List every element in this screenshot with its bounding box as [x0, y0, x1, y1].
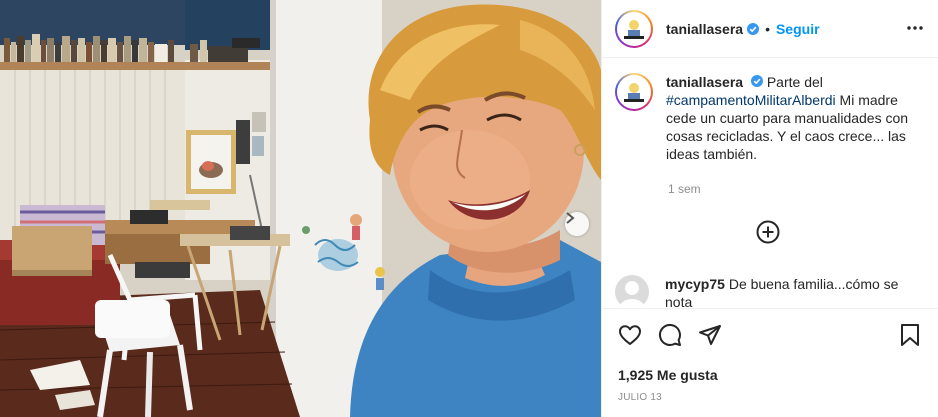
comment-item: mycyp75 De buena familia...cómo se nota: [615, 275, 925, 311]
next-photo-button[interactable]: [565, 212, 589, 236]
follow-button[interactable]: Seguir: [776, 21, 820, 37]
load-more-comments-button[interactable]: [756, 220, 780, 249]
chevron-right-icon: [566, 212, 575, 224]
comment-icon[interactable]: [658, 323, 682, 352]
caption-username[interactable]: taniallasera: [666, 74, 743, 90]
hashtag-link[interactable]: #campamentoMilitarAlberdi: [666, 92, 836, 108]
post-header: taniallasera • Seguir: [602, 0, 938, 58]
avatar-illustration: [624, 19, 644, 39]
bookmark-icon[interactable]: [898, 323, 922, 352]
post-date: JULIO 13: [618, 392, 662, 403]
separator-dot: •: [765, 20, 770, 37]
caption-intro: Parte del: [766, 74, 823, 90]
post-sidebar: taniallasera • Seguir taniallasera Parte…: [601, 0, 938, 417]
caption-avatar[interactable]: [615, 73, 653, 111]
post-caption: taniallasera Parte del #campamentoMilita…: [615, 73, 925, 163]
caption-text: taniallasera Parte del #campamentoMilita…: [666, 73, 911, 163]
commenter-avatar[interactable]: [615, 275, 649, 309]
plus-circle-icon: [756, 220, 780, 244]
heart-icon[interactable]: [618, 323, 642, 352]
default-avatar-icon: [619, 281, 645, 309]
comment-text: mycyp75 De buena familia...cómo se nota: [665, 275, 905, 311]
post-actions-bar: 1,925 Me gusta JULIO 13: [602, 308, 938, 417]
like-count[interactable]: 1,925 Me gusta: [618, 367, 718, 383]
post-author-username[interactable]: taniallasera: [666, 21, 743, 37]
avatar[interactable]: [615, 9, 653, 48]
photo-illustration: [0, 0, 601, 417]
paper-plane-icon[interactable]: [698, 323, 722, 352]
post-photo[interactable]: [0, 0, 601, 417]
post-time-ago[interactable]: 1 sem: [668, 182, 701, 196]
commenter-username[interactable]: mycyp75: [665, 276, 725, 292]
avatar-illustration: [624, 83, 644, 102]
verified-badge-icon: [750, 75, 763, 87]
more-options-icon[interactable]: [907, 20, 923, 41]
verified-badge-icon: [747, 22, 760, 35]
